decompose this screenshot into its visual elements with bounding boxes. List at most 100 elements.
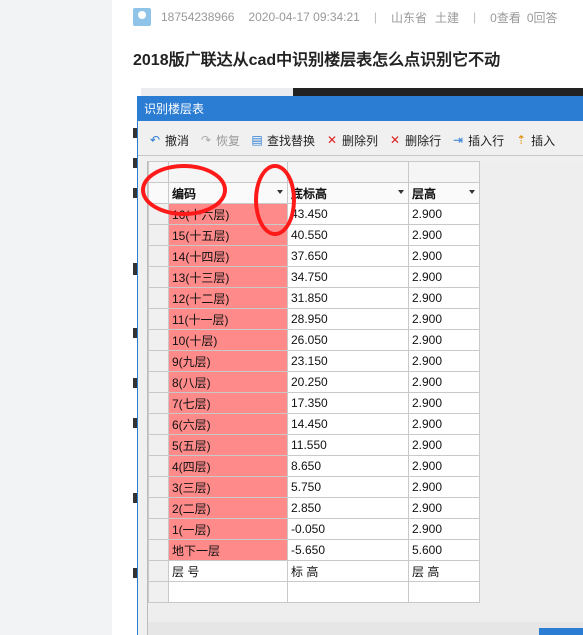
elevation-cell[interactable]: 14.450 [287,413,409,435]
row-header [148,371,169,393]
column-header-bottom-elevation[interactable]: 底标高 [287,182,409,204]
floor-table-grid: 编码 底标高 层高 16(十六层) 43.450 2.900 15(十五层) 40.5… [147,161,583,635]
height-cell[interactable]: 5.600 [408,539,480,561]
undo-button[interactable]: ↶ 撤消 [148,132,189,149]
redo-button[interactable]: ↷ 恢复 [199,132,240,149]
avatar[interactable] [133,8,151,26]
page: 18754238966 2020-04-17 09:34:21 | 山东省 土建… [0,0,583,635]
dropdown-arrow-icon[interactable] [398,190,404,194]
elevation-cell[interactable]: 31.850 [287,287,409,309]
table-row: 15(十五层) 40.550 2.900 [148,224,480,246]
empty-cell[interactable] [408,581,480,603]
footer-cell[interactable]: 层 高 [408,560,480,582]
elevation-cell[interactable]: 23.150 [287,350,409,372]
floor-code-cell[interactable]: 9(九层) [168,350,288,372]
delete-row-icon: ✕ [390,133,401,147]
empty-row [148,581,480,603]
elevation-cell[interactable]: -5.650 [287,539,409,561]
floor-code-cell[interactable]: 5(五层) [168,434,288,456]
table-row: 12(十二层) 31.850 2.900 [148,287,480,309]
elevation-cell[interactable]: 11.550 [287,434,409,456]
floor-code-cell[interactable]: 7(七层) [168,392,288,414]
delete-row-button[interactable]: ✕ 删除行 [388,132,441,149]
height-cell[interactable]: 2.900 [408,266,480,288]
elevation-cell[interactable]: 5.750 [287,476,409,498]
find-replace-button[interactable]: ▤ 查找替换 [250,132,315,149]
height-cell[interactable]: 2.900 [408,413,480,435]
elevation-cell[interactable]: 8.650 [287,455,409,477]
table-row: 13(十三层) 34.750 2.900 [148,266,480,288]
column-header-floor-height[interactable]: 层高 [408,182,480,204]
elevation-cell[interactable]: 40.550 [287,224,409,246]
empty-cell[interactable] [287,581,409,603]
insert-column-button[interactable]: ⇡ 插入 [514,132,555,149]
column-letter-cell[interactable] [287,161,409,183]
elevation-cell[interactable]: 43.450 [287,203,409,225]
table-row: 6(六层) 14.450 2.900 [148,413,480,435]
height-cell[interactable]: 2.900 [408,476,480,498]
floor-code-cell[interactable]: 8(八层) [168,371,288,393]
empty-cell[interactable] [168,581,288,603]
table-footer-row: 层 号标 高层 高 [148,560,480,582]
post-datetime: 2020-04-17 09:34:21 [248,10,360,24]
height-cell[interactable]: 2.900 [408,455,480,477]
left-sidebar-background [0,0,112,635]
height-cell[interactable]: 2.900 [408,245,480,267]
floor-code-cell[interactable]: 地下一层 [168,539,288,561]
dropdown-arrow-icon[interactable] [469,190,475,194]
footer-cell[interactable]: 标 高 [287,560,409,582]
row-header [148,350,169,372]
floor-code-cell[interactable]: 2(二层) [168,497,288,519]
background-window [293,88,583,96]
elevation-cell[interactable]: 2.850 [287,497,409,519]
insert-row-icon: ⇥ [453,133,464,147]
floor-code-cell[interactable]: 11(十一层) [168,308,288,330]
height-cell[interactable]: 2.900 [408,392,480,414]
floor-code-cell[interactable]: 6(六层) [168,413,288,435]
floor-code-cell[interactable]: 13(十三层) [168,266,288,288]
author-phone[interactable]: 18754238966 [161,10,234,24]
insert-row-button[interactable]: ⇥ 插入行 [451,132,504,149]
row-header [148,455,169,477]
post-category[interactable]: 土建 [435,9,459,26]
elevation-cell[interactable]: 34.750 [287,266,409,288]
table-row: 5(五层) 11.550 2.900 [148,434,480,456]
height-cell[interactable]: 2.900 [408,329,480,351]
height-cell[interactable]: 2.900 [408,434,480,456]
elevation-cell[interactable]: 28.950 [287,308,409,330]
elevation-cell[interactable]: 26.050 [287,329,409,351]
floor-code-cell[interactable]: 1(一层) [168,518,288,540]
row-header [148,392,169,414]
elevation-cell[interactable]: 20.250 [287,371,409,393]
floor-code-cell[interactable]: 12(十二层) [168,287,288,309]
floor-code-cell[interactable]: 4(四层) [168,455,288,477]
floor-code-cell[interactable]: 14(十四层) [168,245,288,267]
delete-column-button[interactable]: ✕ 删除列 [325,132,378,149]
elevation-cell[interactable]: 37.650 [287,245,409,267]
view-count: 0查看 [490,10,521,25]
height-cell[interactable]: 2.900 [408,287,480,309]
footer-cell[interactable]: 层 号 [168,560,288,582]
elevation-cell[interactable]: 17.350 [287,392,409,414]
confirm-button[interactable] [539,628,583,635]
table-row: 14(十四层) 37.650 2.900 [148,245,480,267]
floor-code-cell[interactable]: 3(三层) [168,476,288,498]
height-cell[interactable]: 2.900 [408,371,480,393]
row-header [148,434,169,456]
floor-code-cell[interactable]: 10(十层) [168,329,288,351]
row-header [148,413,169,435]
height-cell[interactable]: 2.900 [408,308,480,330]
height-cell[interactable]: 2.900 [408,518,480,540]
height-cell[interactable]: 2.900 [408,350,480,372]
height-cell[interactable]: 2.900 [408,497,480,519]
dialog-title[interactable]: 识别楼层表 [138,97,583,121]
elevation-cell[interactable]: -0.050 [287,518,409,540]
toolbar: ↶ 撤消 ↷ 恢复 ▤ 查找替换 ✕ 删除列 ✕ 删除行 ⇥ 插入行 ⇡ 插入 [148,129,565,151]
height-cell[interactable]: 2.900 [408,224,480,246]
column-letter-cell[interactable] [408,161,480,183]
table-row: 3(三层) 5.750 2.900 [148,476,480,498]
horizontal-scrollbar[interactable] [148,622,583,635]
meta-separator: | [373,10,377,24]
find-replace-icon: ▤ [251,133,263,147]
height-cell[interactable]: 2.900 [408,203,480,225]
